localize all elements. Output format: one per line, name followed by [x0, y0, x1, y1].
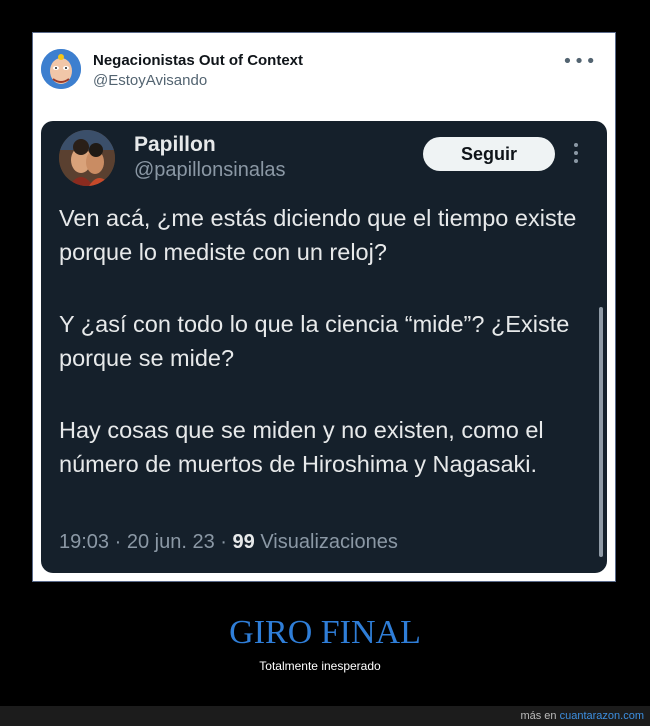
- footer-site-link[interactable]: cuantarazon.com: [560, 710, 644, 722]
- more-horizontal-icon[interactable]: •••: [562, 51, 597, 72]
- views-label: Visualizaciones: [260, 531, 398, 553]
- follow-button[interactable]: Seguir: [423, 137, 555, 171]
- outer-tweet-header: Negacionistas Out of Context @EstoyAvisa…: [41, 49, 607, 109]
- caption-title: GIRO FINAL: [229, 614, 421, 651]
- tweet-paragraph: Y ¿así con todo lo que la ciencia “mide”…: [59, 311, 570, 371]
- caption-subtitle: Totalmente inesperado: [259, 659, 381, 673]
- tweet-date[interactable]: 20 jun. 23: [127, 531, 215, 553]
- screenshot-frame: Negacionistas Out of Context @EstoyAvisa…: [32, 32, 616, 582]
- inner-author-name[interactable]: Papillon: [134, 133, 216, 157]
- quoted-tweet-card: Papillon @papillonsinalas Seguir Ven acá…: [41, 121, 607, 573]
- meta-separator: ·: [114, 531, 122, 553]
- footer-text: más en cuantarazon.com: [520, 710, 644, 722]
- meta-separator: ·: [220, 531, 227, 553]
- outer-author-name[interactable]: Negacionistas Out of Context: [93, 52, 303, 69]
- footer-bar: más en cuantarazon.com: [0, 706, 650, 726]
- outer-avatar[interactable]: [41, 49, 81, 89]
- footer-prefix: más en: [520, 710, 557, 722]
- tweet-paragraph: Hay cosas que se miden y no existen, com…: [59, 417, 544, 477]
- more-vertical-icon[interactable]: [572, 143, 580, 167]
- tweet-body: Ven acá, ¿me estás diciendo que el tiemp…: [59, 201, 589, 519]
- views-count: 99: [232, 531, 255, 553]
- tweet-meta: 19:03 · 20 jun. 23 · 99 Visualizaciones: [59, 531, 398, 554]
- tweet-time[interactable]: 19:03: [59, 531, 109, 553]
- inner-author-handle[interactable]: @papillonsinalas: [134, 159, 286, 182]
- inner-avatar[interactable]: [59, 130, 115, 186]
- outer-author-handle[interactable]: @EstoyAvisando: [93, 72, 207, 89]
- tweet-paragraph: Ven acá, ¿me estás diciendo que el tiemp…: [59, 205, 577, 265]
- scrollbar[interactable]: [599, 307, 603, 557]
